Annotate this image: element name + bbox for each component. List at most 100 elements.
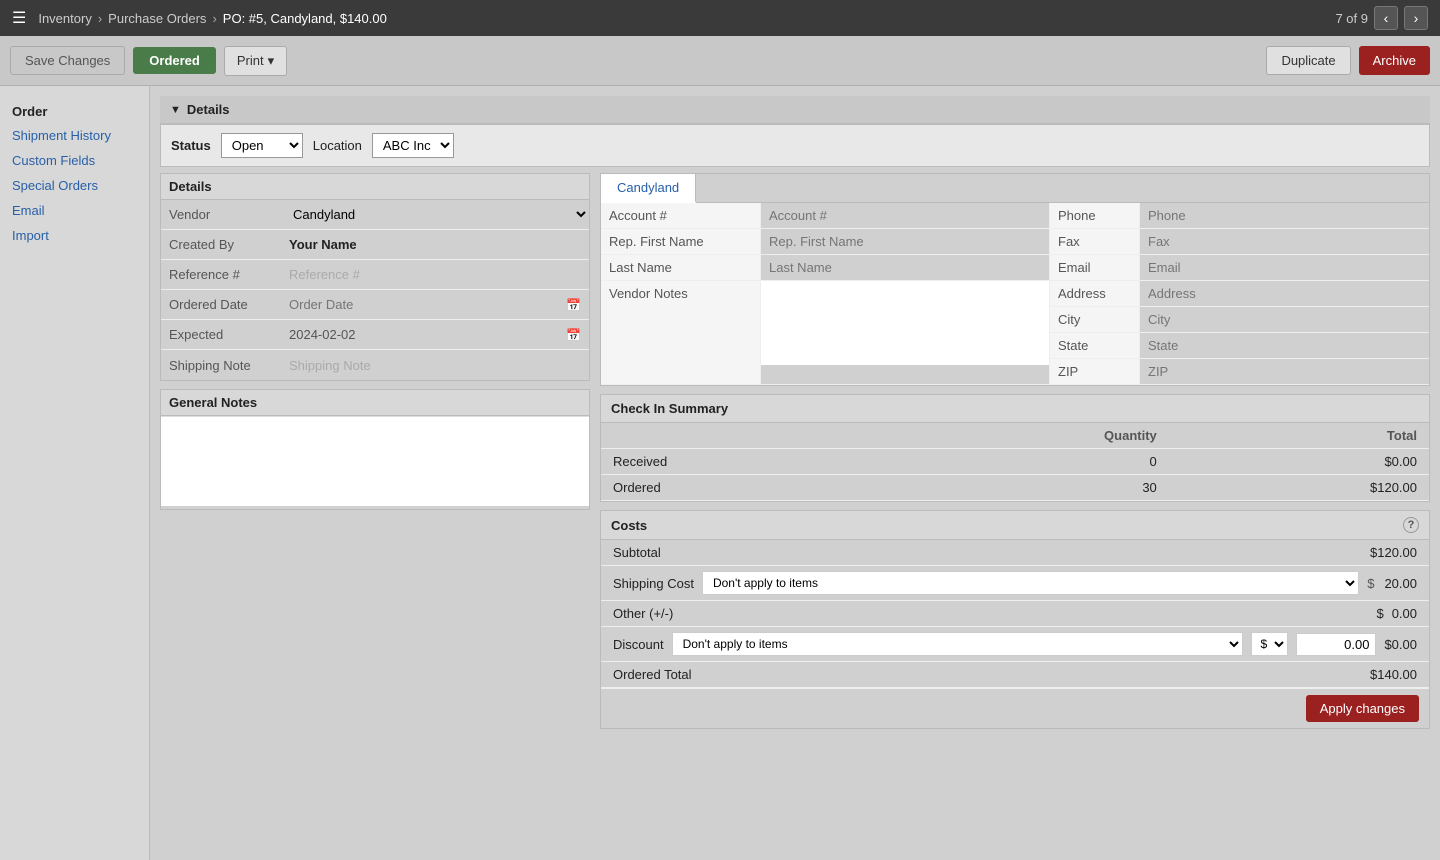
fax-value[interactable] [1140,229,1429,254]
email-value[interactable] [1140,255,1429,280]
expected-calendar-icon[interactable]: 📅 [566,328,581,342]
vendor-row: Vendor Candyland [161,200,589,230]
discount-currency-select[interactable]: $ [1251,632,1288,656]
zip-value[interactable] [1140,359,1429,384]
ordered-total-label: Ordered Total [613,667,692,682]
fax-label: Fax [1050,229,1140,254]
ordered-date-calendar-icon[interactable]: 📅 [566,298,581,312]
vendor-row-rep: Rep. First Name Fax [601,229,1429,255]
expected-input[interactable] [281,323,566,346]
next-button[interactable]: › [1404,6,1428,30]
phone-input[interactable] [1148,208,1421,223]
costs-other-row: Other (+/-) $ 0.00 [601,601,1429,627]
sidebar-section-order: Order [0,96,149,123]
topbar: ☰ Inventory › Purchase Orders › PO: #5, … [0,0,1440,36]
sidebar-item-shipment-history[interactable]: Shipment History [0,123,149,148]
costs-ordered-total-row: Ordered Total $140.00 [601,662,1429,688]
breadcrumb-current: PO: #5, Candyland, $140.00 [223,11,387,26]
last-name-value[interactable] [761,255,1050,280]
content-area: ▼ Details Status Open Closed Pending Loc… [150,86,1440,860]
city-label: City [1050,307,1140,332]
reference-input[interactable] [281,263,589,286]
summary-col-quantity: Quantity [888,423,1169,449]
rep-first-name-input[interactable] [769,234,1041,249]
print-dropdown-icon: ▾ [268,53,275,69]
state-value[interactable] [1140,333,1429,358]
details-collapse-icon[interactable]: ▼ [170,104,181,116]
discount-label: Discount [613,637,664,652]
ordered-qty: 30 [888,475,1169,501]
other-label: Other (+/-) [613,606,673,621]
last-name-input[interactable] [769,260,1041,275]
ordered-label: Ordered [601,475,888,501]
save-changes-button[interactable]: Save Changes [10,46,125,75]
print-label: Print [237,53,264,68]
zip-input[interactable] [1148,364,1421,379]
vendor-tab-candyland[interactable]: Candyland [601,174,696,203]
state-input[interactable] [1148,338,1421,353]
discount-total: $0.00 [1384,637,1417,652]
general-notes-textarea[interactable] [161,416,589,506]
summary-row-received: Received 0 $0.00 [601,449,1429,475]
other-amount: 0.00 [1392,606,1417,621]
account-label: Account # [601,203,761,228]
shipping-note-input[interactable] [281,354,589,377]
discount-select[interactable]: Don't apply to items Apply to items [672,632,1244,656]
apply-changes-row: Apply changes [601,688,1429,728]
nav-purchase-orders[interactable]: Purchase Orders [108,11,206,26]
shipping-cost-amount: 20.00 [1384,576,1417,591]
menu-icon[interactable]: ☰ [12,8,26,28]
summary-row-ordered: Ordered 30 $120.00 [601,475,1429,501]
nav-count: 7 of 9 [1335,11,1368,26]
archive-button[interactable]: Archive [1359,46,1430,75]
sidebar-item-import[interactable]: Import [0,223,149,248]
location-select[interactable]: ABC Inc Other [372,133,454,158]
expected-row: Expected 📅 [161,320,589,350]
costs-help-icon[interactable]: ? [1403,517,1419,533]
nav-inventory[interactable]: Inventory [38,11,91,26]
address-input[interactable] [1148,286,1421,301]
ordered-date-input[interactable] [281,293,566,316]
city-input[interactable] [1148,312,1421,327]
costs-header: Costs ? [601,511,1429,540]
rep-first-name-value[interactable] [761,229,1050,254]
general-notes-header: General Notes [160,389,590,416]
discount-value-input[interactable] [1296,633,1376,656]
apply-changes-button[interactable]: Apply changes [1306,695,1419,722]
sidebar-item-custom-fields[interactable]: Custom Fields [0,148,149,173]
sidebar-item-special-orders[interactable]: Special Orders [0,173,149,198]
ordered-button[interactable]: Ordered [133,47,216,74]
ordered-date-label: Ordered Date [161,293,281,316]
sidebar-item-email[interactable]: Email [0,198,149,223]
shipping-cost-select[interactable]: Don't apply to items Apply to items [702,571,1359,595]
summary-table: Quantity Total Received 0 $0.00 Or [601,423,1429,501]
phone-value[interactable] [1140,203,1429,228]
vendor-tabs: Candyland [601,174,1429,203]
city-row: City [1050,307,1429,333]
subtotal-value: $120.00 [1370,545,1417,560]
city-value[interactable] [1140,307,1429,332]
vendor-select[interactable]: Candyland [281,202,589,227]
account-input[interactable] [769,208,1041,223]
fax-input[interactable] [1148,234,1421,249]
ordered-total: $120.00 [1169,475,1429,501]
breadcrumb-sep-2: › [212,11,216,26]
prev-button[interactable]: ‹ [1374,6,1398,30]
address-label: Address [1050,281,1140,306]
status-select[interactable]: Open Closed Pending [221,133,303,158]
ordered-date-input-wrap: 📅 [281,293,589,316]
address-value[interactable] [1140,281,1429,306]
duplicate-button[interactable]: Duplicate [1266,46,1350,75]
account-value[interactable] [761,203,1050,228]
check-in-summary: Check In Summary Quantity Total Received [600,394,1430,502]
toolbar-right: Duplicate Archive [1266,46,1430,75]
sidebar: Order Shipment History Custom Fields Spe… [0,86,150,860]
received-qty: 0 [888,449,1169,475]
vendor-notes-textarea[interactable] [761,281,1049,365]
vendor-panel: Candyland Account # Phone [600,173,1430,386]
ordered-total-value: $140.00 [1370,667,1417,682]
email-input[interactable] [1148,260,1421,275]
vendor-notes-area-wrap[interactable] [761,281,1050,384]
print-button[interactable]: Print ▾ [224,46,287,76]
status-label: Status [171,138,211,153]
